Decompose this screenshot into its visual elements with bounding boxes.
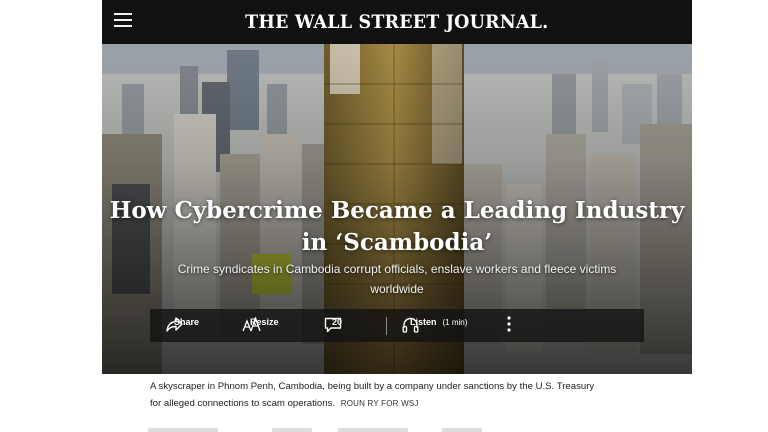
photo-caption: A skyscraper in Phnom Penh, Cambodia, be…	[150, 378, 650, 412]
toolbar-divider	[386, 317, 387, 335]
comments-button[interactable]: 20	[324, 317, 342, 333]
cutoff-element	[338, 428, 408, 432]
wsj-logo[interactable]: THE WALL STREET JOURNAL.	[245, 11, 548, 33]
share-button[interactable]: Share	[166, 317, 199, 332]
cutoff-element	[148, 428, 218, 432]
dek-line-2: worldwide	[370, 282, 424, 296]
article-toolbar: Share Resize 20 Listen (1 min)	[150, 309, 644, 342]
hero-image: How Cybercrime Became a Leading Industry…	[102, 44, 692, 374]
headline-line-2: in ‘Scambodia’	[301, 229, 493, 257]
listen-duration: (1 min)	[442, 317, 468, 327]
hamburger-menu-icon[interactable]	[114, 13, 132, 27]
article-dek: Crime syndicates in Cambodia corrupt off…	[157, 259, 637, 299]
caption-line-1: A skyscraper in Phnom Penh, Cambodia, be…	[150, 381, 595, 392]
listen-button[interactable]: Listen (1 min)	[402, 317, 468, 333]
masthead: THE WALL STREET JOURNAL.	[102, 0, 692, 44]
headline-line-1: How Cybercrime Became a Leading Industry	[109, 197, 685, 225]
article-frame: THE WALL STREET JOURNAL. How Cybercrime …	[102, 0, 692, 432]
caption-line-2: for alleged connections to scam operatio…	[150, 398, 336, 409]
cutoff-element	[442, 428, 482, 432]
cutoff-element	[272, 428, 312, 432]
article-headline: How Cybercrime Became a Leading Industry…	[102, 195, 692, 259]
resize-button[interactable]: Resize	[242, 317, 279, 332]
photo-credit: ROUN RY FOR WSJ	[340, 399, 419, 408]
dek-line-1: Crime syndicates in Cambodia corrupt off…	[177, 262, 617, 276]
